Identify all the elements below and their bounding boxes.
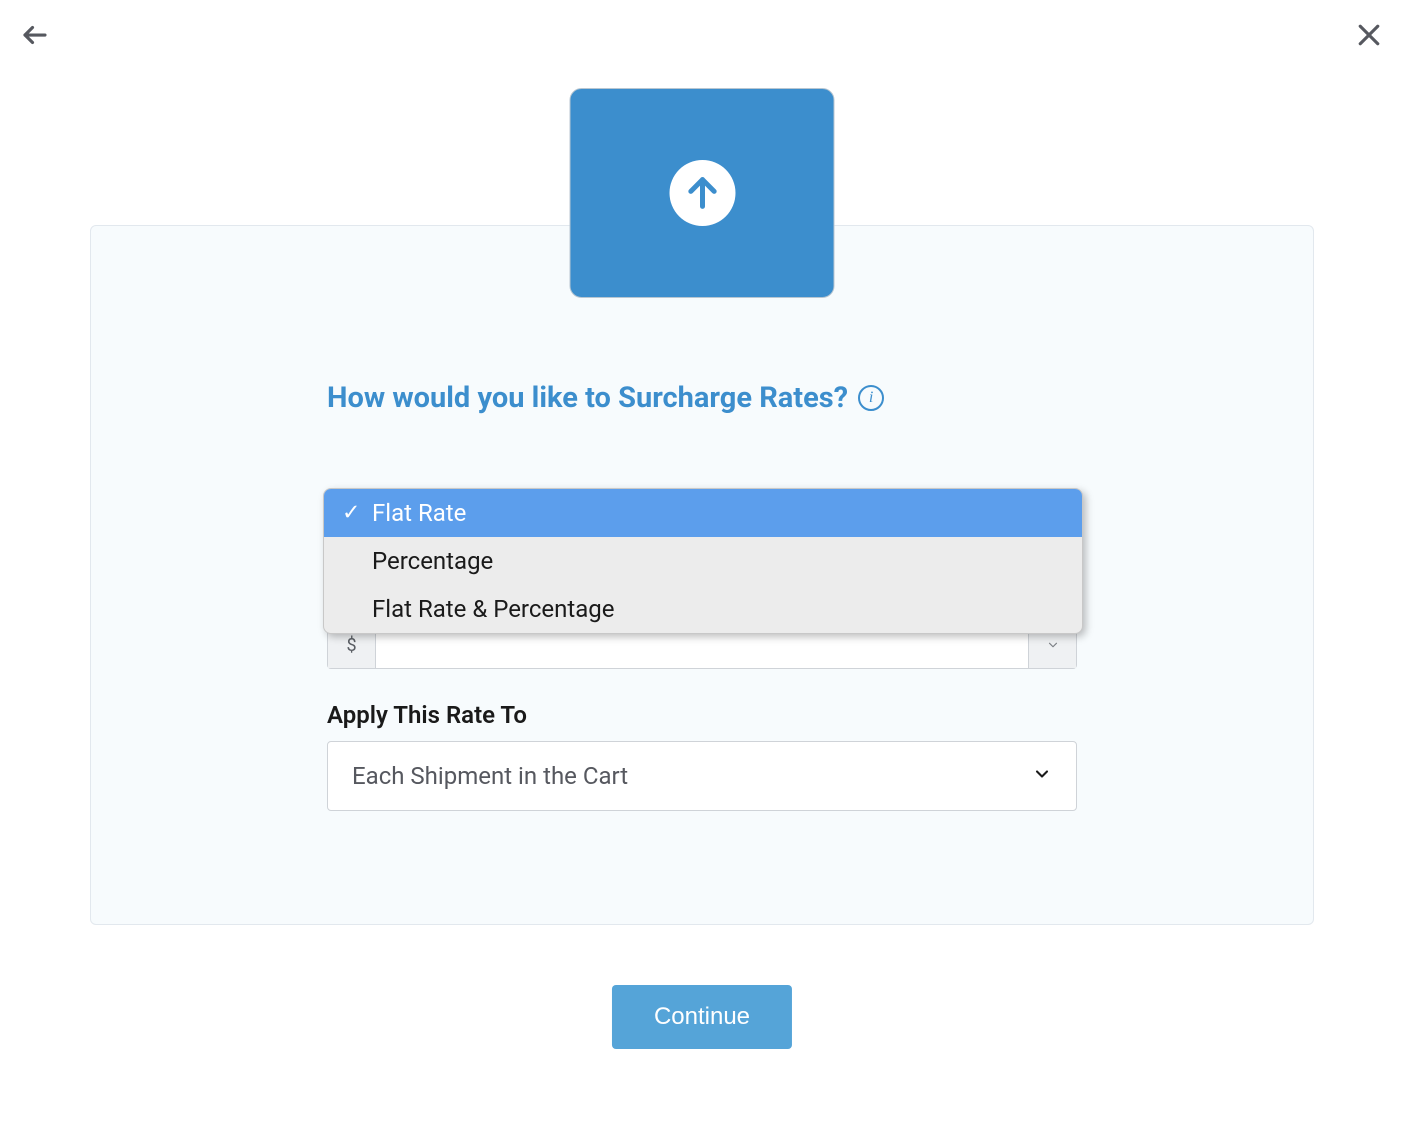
option-flat-and-percentage[interactable]: Flat Rate & Percentage <box>324 585 1082 633</box>
chevron-down-icon <box>1032 762 1052 790</box>
option-flat-rate[interactable]: ✓ Flat Rate <box>324 489 1082 537</box>
continue-button[interactable]: Continue <box>612 985 792 1049</box>
apply-to-value: Each Shipment in the Cart <box>352 762 628 790</box>
apply-to-select[interactable]: Each Shipment in the Cart <box>327 741 1077 811</box>
info-icon[interactable]: i <box>858 385 884 411</box>
option-label: Flat Rate <box>372 499 466 527</box>
apply-to-label: Apply This Rate To <box>327 701 1077 729</box>
surcharge-type-dropdown[interactable]: ✓ Flat Rate Percentage Flat Rate & Perce… <box>323 488 1083 634</box>
option-label: Flat Rate & Percentage <box>372 595 615 623</box>
back-button[interactable] <box>20 20 50 54</box>
close-button[interactable] <box>1354 20 1384 54</box>
option-percentage[interactable]: Percentage <box>324 537 1082 585</box>
option-label: Percentage <box>372 547 493 575</box>
form-panel: How would you like to Surcharge Rates? i… <box>90 225 1314 925</box>
page-title: How would you like to Surcharge Rates? <box>327 381 848 415</box>
check-icon: ✓ <box>342 501 360 526</box>
surcharge-tile <box>570 88 835 298</box>
arrow-up-icon <box>669 160 735 226</box>
